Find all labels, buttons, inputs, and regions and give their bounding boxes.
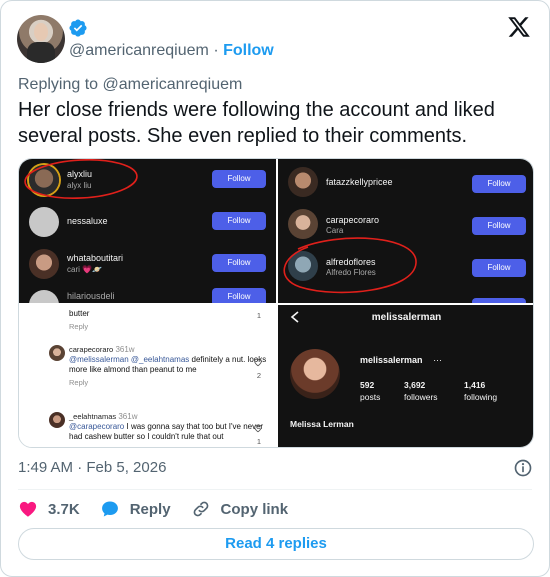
- separator: ·: [213, 42, 219, 59]
- info-icon[interactable]: [513, 458, 533, 478]
- follow-button: Follow: [472, 259, 526, 277]
- reply-button[interactable]: Reply: [100, 499, 171, 519]
- author-handle[interactable]: @americanreqiuem: [69, 42, 209, 59]
- reply-link: Reply: [69, 322, 89, 331]
- list-item-username: carapecoraro: [326, 215, 380, 225]
- follow-button: [472, 298, 526, 303]
- media-panel-profile[interactable]: melissalerman melissalerman ··· 592 posts…: [278, 305, 533, 447]
- heart-icon: [254, 424, 262, 433]
- follow-button: Follow: [212, 212, 266, 230]
- replying-to: Replying to @americanreqiuem: [18, 76, 243, 93]
- copy-link-label: Copy link: [220, 500, 289, 518]
- link-icon: [193, 501, 208, 517]
- avatar: [29, 249, 59, 279]
- list-item: fatazzkellypricee Follow: [278, 163, 533, 203]
- media-panel-following-list-1[interactable]: alyxliu alyx liu Follow nessaluxe Follow…: [19, 159, 276, 303]
- media-grid[interactable]: alyxliu alyx liu Follow nessaluxe Follow…: [18, 158, 534, 448]
- divider: [18, 489, 532, 490]
- list-item-username: whataboutitari: [67, 253, 124, 263]
- like-button[interactable]: 3.7K: [18, 499, 80, 519]
- follow-button[interactable]: Follow: [223, 42, 274, 59]
- reply-bubble-icon: [101, 501, 118, 517]
- comment-time: 361w: [118, 412, 138, 421]
- red-circle-annotation: [24, 159, 138, 199]
- stat-posts: 592 posts: [360, 380, 381, 402]
- verified-badge-icon: [69, 19, 87, 37]
- author-avatar[interactable]: [17, 15, 65, 63]
- comment-time: 361w: [115, 345, 135, 354]
- timestamp[interactable]: 1:49 AM · Feb 5, 2026: [18, 459, 166, 476]
- comment-likes: 2: [256, 371, 261, 380]
- avatar: [288, 167, 318, 197]
- profile-avatar: [290, 349, 340, 399]
- red-circle-annotation: [283, 237, 417, 294]
- avatar: [49, 345, 65, 361]
- list-item-subtitle: cari 💗🪐: [67, 265, 103, 274]
- avatar: [29, 207, 59, 237]
- reply-link: Reply: [69, 378, 89, 387]
- profile-username: melissalerman ···: [360, 355, 443, 365]
- read-replies-button[interactable]: Read 4 replies: [18, 528, 534, 560]
- tweet-card: @americanreqiuem · Follow Replying to @a…: [0, 0, 550, 577]
- author-handle-row: @americanreqiuem · Follow: [69, 41, 274, 61]
- follow-button: Follow: [472, 175, 526, 193]
- comment-text: butter: [69, 309, 90, 318]
- comment: carapecoraro 361w @melissalerman @_eelah…: [69, 345, 269, 388]
- x-logo-icon[interactable]: [507, 15, 531, 39]
- heart-icon: [19, 501, 37, 517]
- like-count: 3.7K: [48, 500, 80, 518]
- list-item-username: nessaluxe: [67, 216, 108, 226]
- list-item: whataboutitari cari 💗🪐 Follow: [19, 245, 276, 285]
- follow-button: Follow: [212, 288, 266, 303]
- tweet-text: Her close friends were following the acc…: [18, 99, 495, 147]
- avatar: [29, 290, 59, 303]
- copy-link-button[interactable]: Copy link: [191, 499, 289, 519]
- avatar: [49, 412, 65, 428]
- stat-followers: 3,692 followers: [404, 380, 438, 402]
- comment-likes: 1: [256, 437, 261, 446]
- heart-icon: [254, 358, 262, 367]
- stat-following: 1,416 following: [464, 380, 498, 402]
- media-panel-following-list-2[interactable]: fatazzkellypricee Follow carapecoraro Ca…: [278, 159, 533, 303]
- action-bar: 3.7K Reply Copy link: [18, 497, 308, 521]
- comment-likes: 1: [256, 311, 261, 320]
- profile-title: melissalerman: [371, 312, 442, 323]
- list-item-username: fatazzkellypricee: [326, 177, 393, 187]
- reply-label: Reply: [129, 500, 171, 518]
- comment-user: _eelahtnamas: [69, 412, 117, 421]
- list-item-username: hilariousdeli: [67, 291, 115, 301]
- follow-button: Follow: [212, 254, 266, 272]
- profile-full-name: Melissa Lerman: [290, 419, 354, 429]
- media-panel-comments[interactable]: butter 1 Reply carapecoraro 361w @meliss…: [19, 305, 276, 447]
- list-item: nessaluxe Follow: [19, 203, 276, 243]
- comment-user: carapecoraro: [69, 345, 114, 354]
- comment-mention: @carapecoraro: [69, 422, 125, 431]
- comment: _eelahtnamas 361w @carapecoraro I was go…: [69, 412, 269, 442]
- follow-button: Follow: [472, 217, 526, 235]
- follow-button: Follow: [212, 170, 266, 188]
- comment-mention: @melissalerman @_eelahtnamas: [69, 355, 190, 364]
- list-item: hilariousdeli Follow: [19, 286, 276, 303]
